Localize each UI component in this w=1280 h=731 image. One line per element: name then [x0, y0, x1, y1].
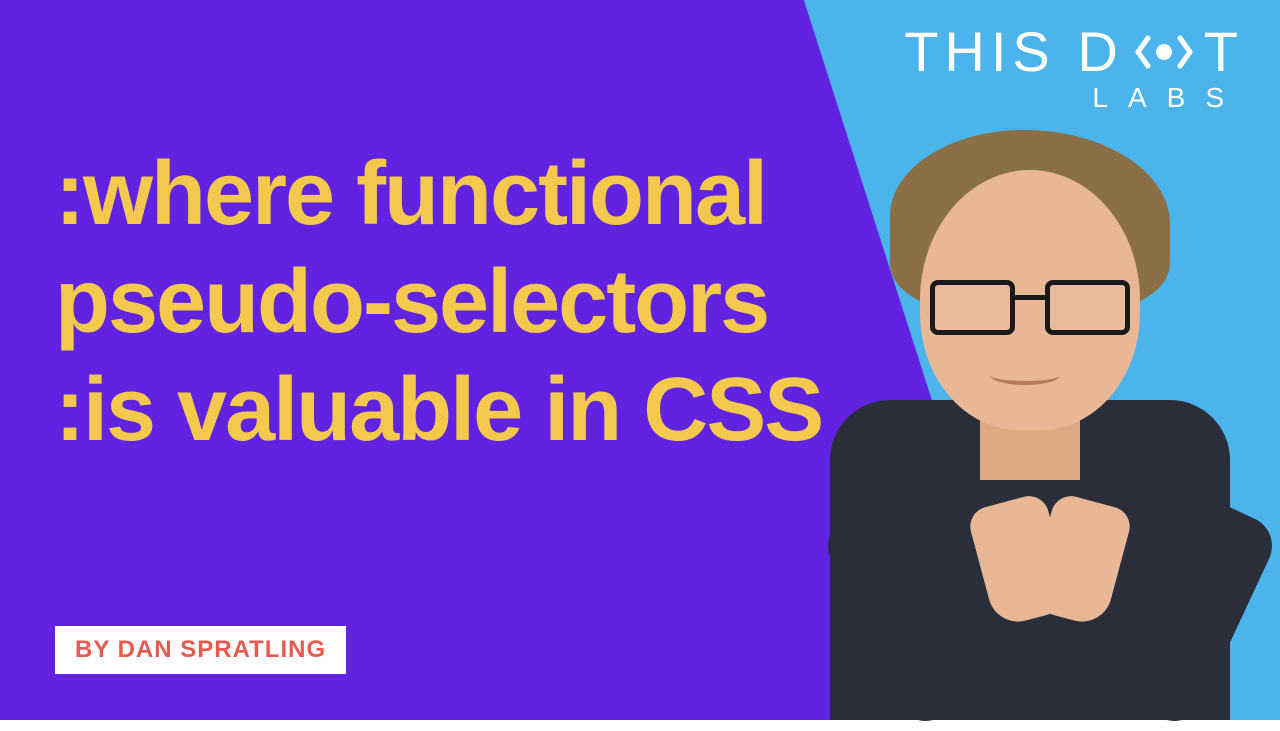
logo-text-part2: T [1204, 24, 1244, 80]
title-line1: :where functional [55, 140, 835, 248]
title-line2: pseudo-selectors [55, 248, 835, 356]
brand-logo: THIS D T LABS [904, 24, 1244, 114]
author-photo [780, 120, 1280, 720]
glasses-icon [930, 280, 1130, 340]
logo-dot-icon [1134, 32, 1194, 72]
logo-sub-text: LABS [904, 82, 1244, 114]
logo-text-part1: THIS D [904, 24, 1124, 80]
title-line3: :is valuable in CSS [55, 356, 835, 464]
main-title: :where functional pseudo-selectors :is v… [55, 140, 835, 464]
author-badge: BY DAN SPRATLING [55, 626, 346, 674]
person-smile [990, 365, 1060, 385]
logo-main-text: THIS D T [904, 24, 1244, 80]
author-name: BY DAN SPRATLING [75, 636, 326, 663]
